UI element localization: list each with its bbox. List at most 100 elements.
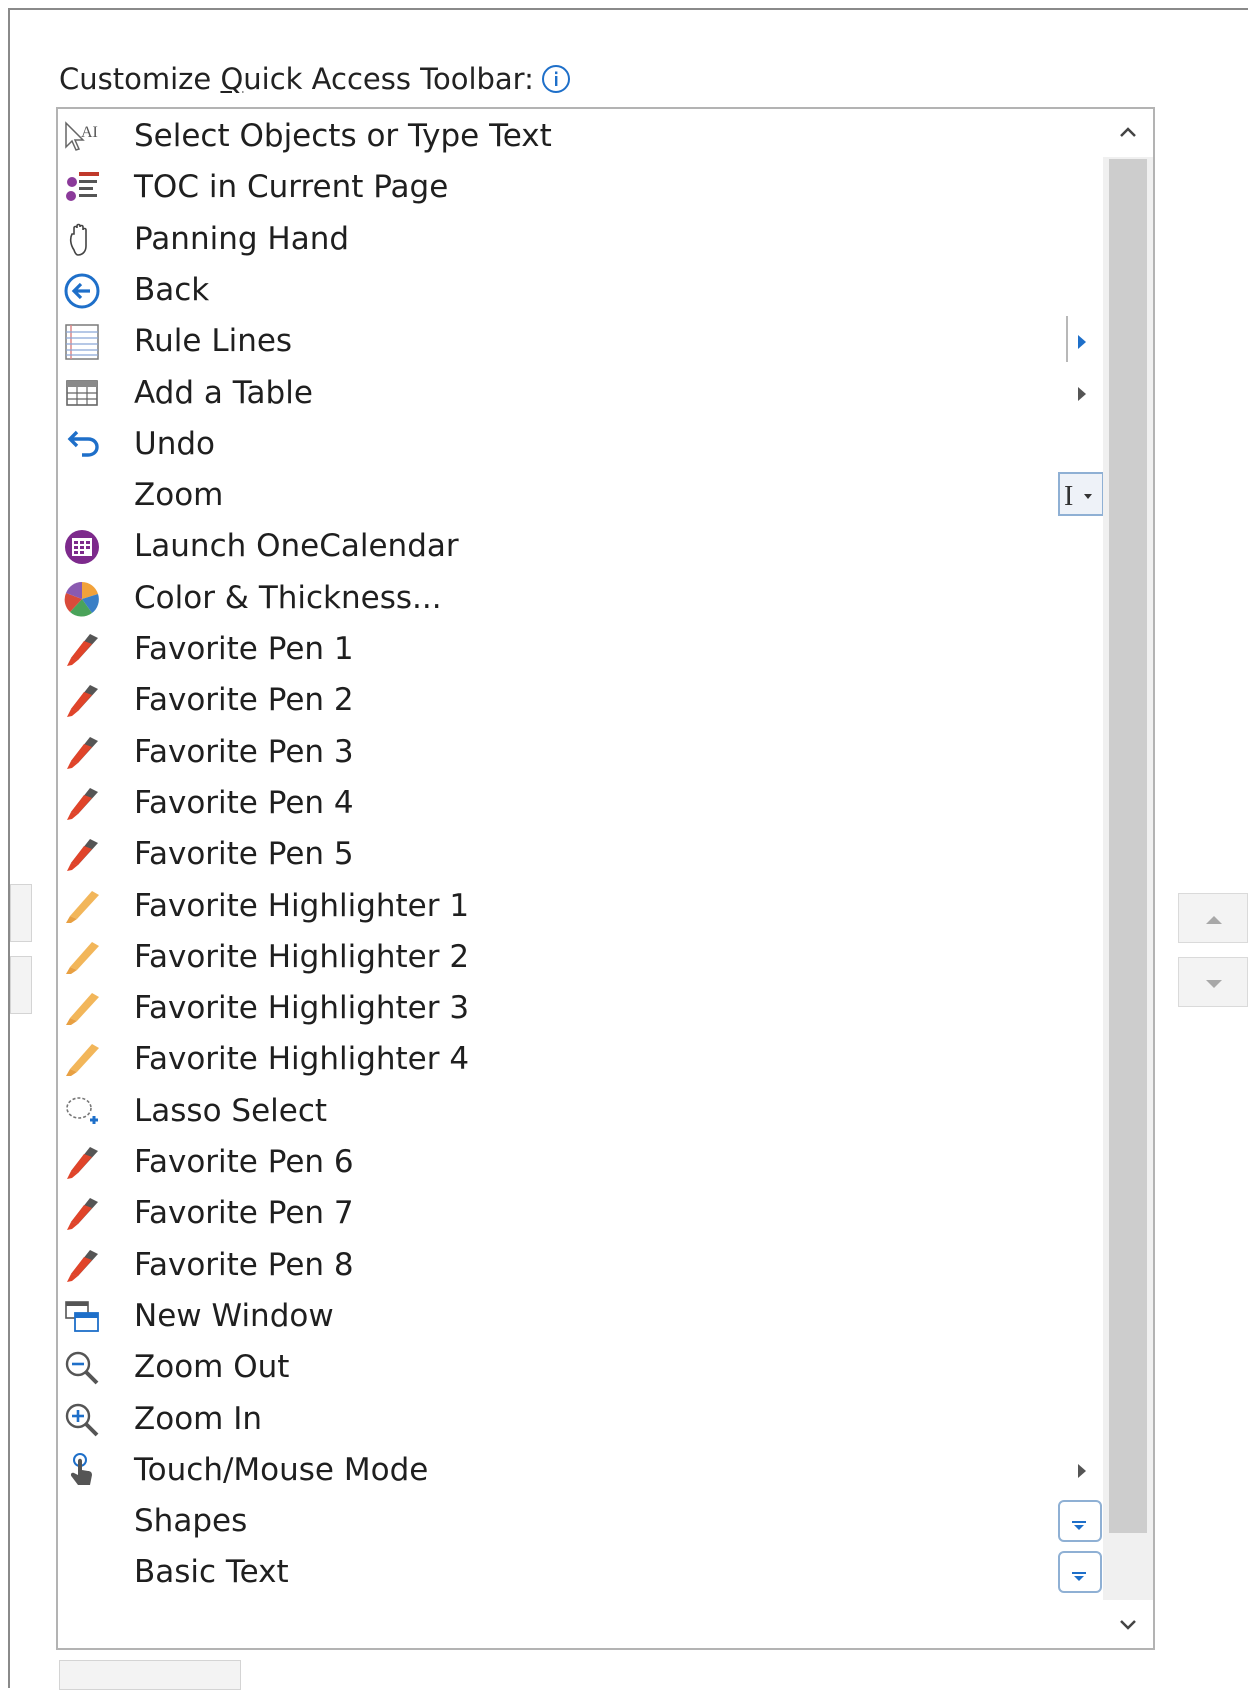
list-scrollbar[interactable] [1103,109,1153,1648]
list-item[interactable]: Add a Table [58,366,1103,418]
list-item[interactable]: Undo [58,417,1103,469]
list-item-label: Add a Table [134,374,313,411]
list-item-label: New Window [134,1297,334,1334]
highlighter-icon [62,938,102,978]
back-arrow-icon [62,271,102,311]
modify-button[interactable] [59,1660,241,1690]
list-item[interactable]: Favorite Pen 6 [58,1135,1103,1187]
list-item-label: Favorite Highlighter 3 [134,990,470,1027]
zoom-in-icon [62,1400,102,1440]
list-item-label: Color & Thickness... [134,579,442,616]
list-item-label: Launch OneCalendar [134,528,459,565]
remove-button[interactable] [10,956,32,1014]
list-item[interactable]: Panning Hand [58,212,1103,264]
list-item-label: Favorite Pen 2 [134,682,354,719]
list-item[interactable]: Favorite Pen 5 [58,827,1103,879]
svg-text:I: I [1064,481,1073,512]
toc-icon [62,168,102,208]
list-item-label: Back [134,271,210,308]
list-item[interactable]: Basic Text [58,1545,1103,1597]
svg-text:AI: AI [81,124,98,141]
info-icon[interactable] [540,63,572,95]
list-item-label: Lasso Select [134,1092,328,1129]
gallery-dropdown-icon[interactable] [1058,1551,1102,1594]
list-item-label: Shapes [134,1503,248,1540]
highlighter-icon [62,887,102,927]
list-item[interactable]: Favorite Highlighter 4 [58,1032,1103,1084]
select-type-icon: AI [62,117,102,157]
pen-icon [62,835,102,875]
quick-access-command-list[interactable]: AI Select Objects or Type Text TOC in Curr… [56,107,1155,1650]
list-item[interactable]: Touch/Mouse Mode [58,1443,1103,1495]
text-cursor-dropdown-icon[interactable]: I [1058,472,1104,517]
list-item-label: Rule Lines [134,323,293,360]
list-item-label: Undo [134,425,215,462]
list-item[interactable]: Back [58,263,1103,315]
list-item[interactable]: Favorite Pen 2 [58,673,1103,725]
move-up-button[interactable] [1178,893,1248,943]
list-item-label: Select Objects or Type Text [134,118,552,154]
list-item[interactable]: Lasso Select [58,1084,1103,1136]
color-wheel-icon [62,579,102,619]
list-item[interactable]: Favorite Highlighter 3 [58,981,1103,1033]
list-item[interactable]: Color & Thickness... [58,571,1103,623]
list-item-label: Basic Text [134,1554,289,1591]
list-item[interactable]: Favorite Highlighter 1 [58,879,1103,931]
list-item-label: Zoom In [134,1400,263,1437]
list-item-label: Panning Hand [134,220,350,257]
list-item-label: Favorite Pen 3 [134,733,354,770]
list-item-label: TOC in Current Page [134,169,449,206]
pen-icon [62,733,102,773]
highlighter-icon [62,1040,102,1080]
list-item-label: Favorite Pen 1 [134,631,354,667]
list-item-label: Zoom Out [134,1349,290,1386]
list-item[interactable]: Zoom I [58,468,1104,520]
list-item[interactable]: Favorite Highlighter 2 [58,930,1103,982]
list-item-label: Favorite Highlighter 2 [134,938,470,975]
scrollbar-thumb[interactable] [1109,159,1147,1533]
submenu-arrow-icon[interactable] [1076,1461,1088,1481]
pen-icon [62,1143,102,1183]
list-item-label: Favorite Pen 6 [134,1144,354,1180]
split-separator [1066,316,1068,363]
scroll-down-button[interactable] [1103,1600,1153,1648]
list-item[interactable]: Favorite Pen 3 [58,725,1103,777]
undo-icon [62,425,102,465]
list-item[interactable]: New Window [58,1289,1103,1341]
zoom-out-icon [62,1348,102,1388]
list-item[interactable]: Favorite Pen 8 [58,1238,1103,1290]
submenu-arrow-icon[interactable] [1076,384,1088,404]
list-item-label: Favorite Pen 8 [134,1246,354,1283]
list-item-label: Favorite Pen 7 [134,1195,354,1232]
list-item-label: Favorite Highlighter 4 [134,1041,470,1078]
list-item[interactable]: Zoom Out [58,1340,1103,1392]
list-item[interactable]: Shapes [58,1494,1103,1546]
list-item[interactable]: Favorite Pen 7 [58,1186,1103,1238]
list-item[interactable]: Favorite Pen 1 [58,622,1103,674]
move-down-button[interactable] [1178,957,1248,1007]
list-item-label: Favorite Pen 5 [134,836,354,873]
list-item[interactable]: Launch OneCalendar [58,519,1103,571]
pen-icon [62,1194,102,1234]
toolbar-heading: Customize Quick Access Toolbar: [59,62,534,96]
list-item[interactable]: TOC in Current Page [58,160,1103,212]
pen-icon [62,1246,102,1286]
list-item[interactable]: Zoom In [58,1392,1103,1444]
list-item-label: Zoom [134,477,224,514]
onecalendar-icon [62,527,102,567]
highlighter-icon [62,989,102,1029]
pen-icon [62,681,102,721]
pen-icon [62,784,102,824]
add-button[interactable] [10,884,32,942]
list-item[interactable]: Rule Lines [58,314,1103,366]
list-item[interactable]: Favorite Pen 4 [58,776,1103,828]
lasso-icon [62,1092,102,1132]
list-item-label: Favorite Pen 4 [134,784,354,821]
submenu-arrow-icon[interactable] [1076,332,1088,352]
list-item[interactable]: AI Select Objects or Type Text [58,109,1103,161]
list-item-label: Favorite Highlighter 1 [134,887,470,924]
hand-icon [62,220,102,260]
gallery-dropdown-icon[interactable] [1058,1500,1102,1543]
scroll-up-button[interactable] [1103,109,1153,157]
table-icon [62,374,102,414]
